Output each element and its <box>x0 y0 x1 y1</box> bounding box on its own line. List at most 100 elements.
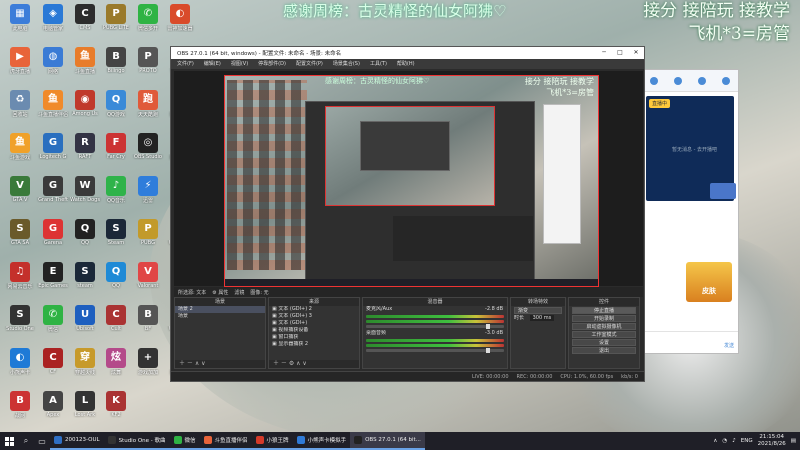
scene-item[interactable]: 场景 <box>175 313 265 320</box>
taskbar-app[interactable]: Studio One - 歌曲 <box>103 432 170 450</box>
control-button[interactable]: 开始录制 <box>572 315 636 322</box>
taskbar-app[interactable]: 斗鱼直播伴侣 <box>199 432 252 450</box>
desktop-icon[interactable]: 鱼斗鱼直播 <box>68 45 102 85</box>
desktop-icon[interactable]: 鱼斗鱼直播伴侣 <box>36 88 70 128</box>
desktop-icon[interactable]: Q QQ <box>99 260 133 300</box>
menu-item[interactable]: 工具(T) <box>370 59 387 69</box>
app-tool-icon[interactable] <box>722 76 730 85</box>
skin-promo-banner[interactable]: 皮肤 <box>686 262 732 302</box>
desktop-icon[interactable]: + 游戏加加 <box>131 346 165 386</box>
app-tool-icon[interactable] <box>674 76 682 85</box>
fader-handle[interactable] <box>486 348 490 353</box>
desktop-icon[interactable]: ♻ 回收站 <box>3 88 37 128</box>
menu-item[interactable]: 停靠部件(D) <box>258 59 286 69</box>
source-item[interactable]: ▣ 窗口捕获 <box>269 334 359 341</box>
control-button[interactable]: 启动虚拟摄像机 <box>572 323 636 330</box>
desktop-icon[interactable]: C CF <box>36 346 70 386</box>
desktop-icon[interactable]: G Grand Theft <box>36 174 70 214</box>
desktop-icon[interactable]: ✆ 微信 <box>36 303 70 343</box>
desktop-icon[interactable]: ◍ 网络 <box>36 45 70 85</box>
task-view-icon[interactable]: ▭ <box>34 432 50 450</box>
maximize-icon[interactable]: □ <box>612 47 628 59</box>
desktop-icon[interactable]: P PROTO <box>131 45 165 85</box>
desktop-icon[interactable]: U Ubisoft <box>68 303 102 343</box>
input-language[interactable]: ENG <box>741 438 753 444</box>
menu-item[interactable]: 场景集合(S) <box>333 59 360 69</box>
desktop-icon[interactable]: L Lost Ark <box>68 389 102 429</box>
desktop-icon[interactable]: V GTA V <box>3 174 37 214</box>
desktop-icon[interactable]: 鱼斗鱼游戏 <box>3 131 37 171</box>
volume-fader[interactable] <box>366 348 504 353</box>
desktop-icon[interactable]: B BF <box>131 303 165 343</box>
desktop-icon[interactable]: V Valorant <box>131 260 165 300</box>
menu-item[interactable]: 帮助(H) <box>397 59 415 69</box>
scene-item[interactable]: 场景 2 <box>175 306 265 313</box>
desktop-icon[interactable]: ♫ 网易云音乐 <box>3 260 37 300</box>
control-button[interactable]: 退出 <box>572 347 636 354</box>
desktop-icon[interactable]: Ssteam <box>68 260 102 300</box>
send-button[interactable]: 发送 <box>724 342 734 349</box>
desktop-icon[interactable]: C CMS <box>68 2 102 42</box>
desktop-icon[interactable]: Q QQ游戏 <box>99 88 133 128</box>
desktop-icon[interactable]: ◈ 电脑管家 <box>36 2 70 42</box>
live-companion-window[interactable]: 直播中 暂无消息 - 去开播吧 皮肤 发送 <box>641 69 739 354</box>
desktop-icon[interactable]: B 战网 <box>3 389 37 429</box>
desktop-icon[interactable]: 炫炫舞 <box>99 346 133 386</box>
control-button[interactable]: 停止直播 <box>572 307 636 314</box>
preview-canvas[interactable]: 感谢周榜：古灵精怪的仙女阿狒♡ 接分 接陪玩 接教学 飞机*3=房管 <box>224 75 599 287</box>
volume-icon[interactable]: ♪ <box>732 438 736 444</box>
avatar[interactable] <box>710 183 736 199</box>
source-item[interactable]: ▣ 文本 (GDI+) <box>269 320 359 327</box>
desktop-icon[interactable]: ◉ Among Us <box>68 88 102 128</box>
source-item[interactable]: ▣ 文本 (GDI+) 2 <box>269 306 359 313</box>
obs-preview[interactable]: 感谢周榜：古灵精怪的仙女阿狒♡ 接分 接陪玩 接教学 飞机*3=房管 <box>174 71 643 287</box>
menu-item[interactable]: 配置文件(P) <box>296 59 323 69</box>
desktop-icon[interactable]: ▦ 此电脑 <box>3 2 37 42</box>
clock[interactable]: 21:15:04 2021/8/26 <box>758 434 786 448</box>
desktop-icon[interactable]: ♪ QQ音乐 <box>99 174 133 214</box>
obs-window[interactable]: OBS 27.0.1 (64 bit, windows) - 配置文件: 未命名… <box>170 46 645 382</box>
desktop-icon[interactable]: 穿穿越火线 <box>68 346 102 386</box>
start-button[interactable] <box>0 432 18 450</box>
desktop-icon[interactable]: S GTA SA <box>3 217 37 257</box>
desktop-icon[interactable]: 跑天天酷跑 <box>131 88 165 128</box>
menu-item[interactable]: 文件(F) <box>177 59 194 69</box>
source-item[interactable]: ▣ 文本 (GDI+) 3 <box>269 313 359 320</box>
source-toolbar-item[interactable]: 图像: 无 <box>250 289 268 296</box>
taskbar-app[interactable]: 微信 <box>169 432 200 450</box>
desktop-icon[interactable]: ◐ 雷神加速器 <box>163 2 197 42</box>
desktop-icon[interactable]: P PUBG <box>131 217 165 257</box>
minimize-icon[interactable]: ─ <box>596 47 612 59</box>
taskbar-app[interactable]: 200123-OUL <box>50 432 104 450</box>
desktop-icon[interactable]: ⚡ 迅雷 <box>131 174 165 214</box>
desktop-icon[interactable]: A Apex <box>36 389 70 429</box>
control-button[interactable]: 工作室模式 <box>572 331 636 338</box>
desktop-icon[interactable]: E Epic Games <box>36 260 70 300</box>
close-icon[interactable]: ✕ <box>628 47 644 59</box>
desktop-icon[interactable]: Q QQ <box>68 217 102 257</box>
desktop-icon[interactable]: C Cult <box>99 303 133 343</box>
source-toolbar-item[interactable]: 滤镜 <box>234 289 244 296</box>
source-item[interactable]: ▣ 显示器捕获 2 <box>269 341 359 348</box>
duration-field[interactable]: 300 ms <box>529 315 555 321</box>
app-tool-icon[interactable] <box>698 76 706 85</box>
desktop-icon[interactable]: W Watch Dogs <box>68 174 102 214</box>
desktop-icon[interactable]: G Logitech G <box>36 131 70 171</box>
desktop-icon[interactable]: K KF2 <box>99 389 133 429</box>
source-item[interactable]: ▣ 视频捕获设备 <box>269 327 359 334</box>
menu-item[interactable]: 视图(V) <box>231 59 248 69</box>
source-toolbar-item[interactable]: 所选源: 文本 <box>178 289 206 296</box>
menu-item[interactable]: 编辑(E) <box>204 59 221 69</box>
desktop-icon[interactable]: B Bilingo <box>99 45 133 85</box>
fader-handle[interactable] <box>486 324 490 329</box>
desktop-icon[interactable]: R RAFT <box>68 131 102 171</box>
app-tool-icon[interactable] <box>650 76 658 85</box>
desktop-icon[interactable]: ✆ 微信多开 <box>131 2 165 42</box>
search-icon[interactable]: ⌕ <box>18 432 34 450</box>
desktop-icon[interactable]: ◐ 小熊声卡 <box>3 346 37 386</box>
taskbar-app[interactable]: 小熊声卡模拟手 <box>292 432 351 450</box>
notification-icon[interactable]: ▤ <box>791 438 796 444</box>
desktop-icon[interactable]: F Far Cry <box>99 131 133 171</box>
taskbar-app[interactable]: OBS 27.0.1 (64 bit... <box>350 432 425 450</box>
desktop-icon[interactable]: P PUBG LITE <box>99 2 133 42</box>
